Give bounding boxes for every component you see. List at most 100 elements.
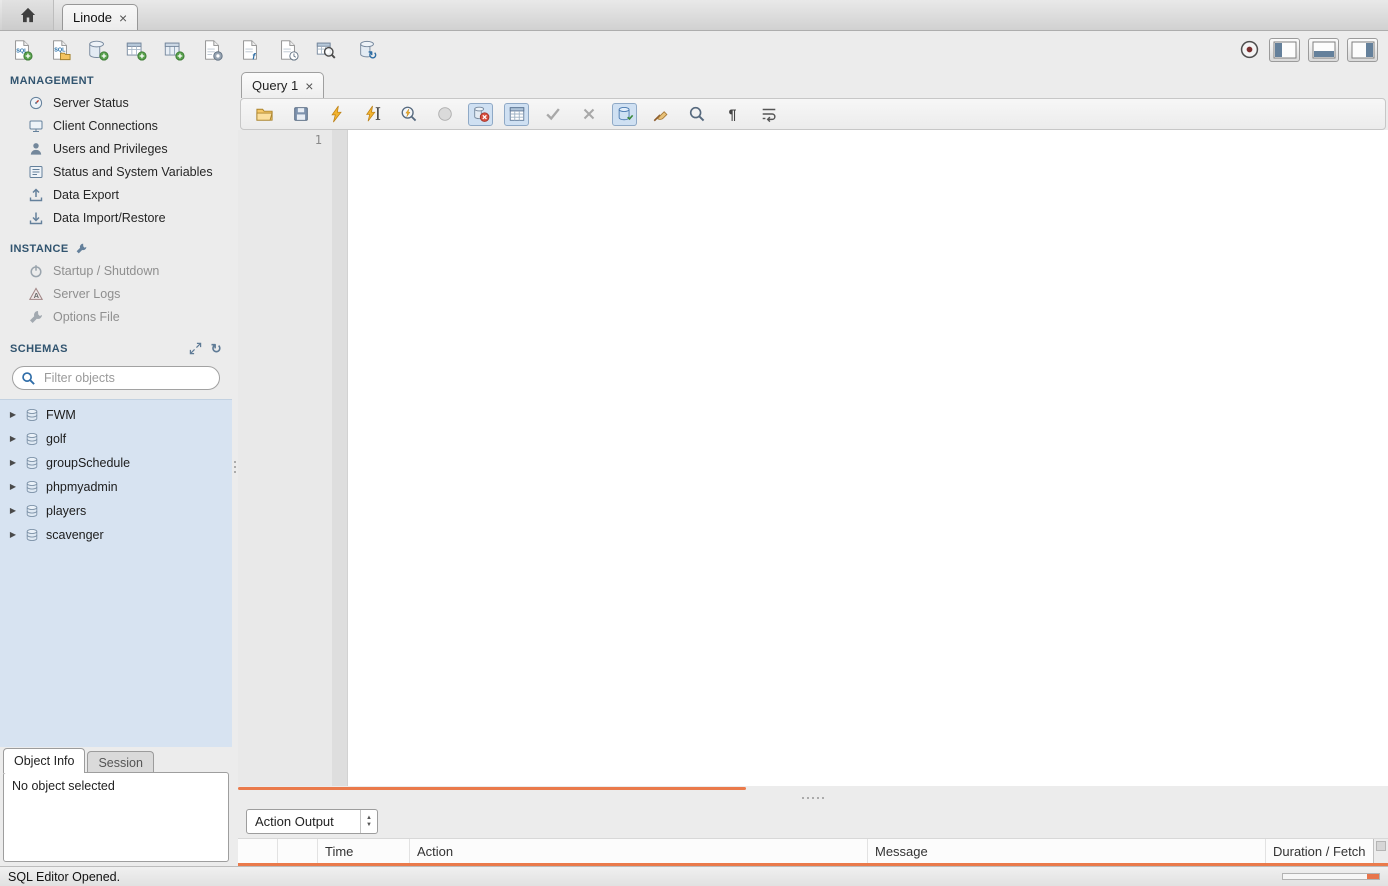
sidebar-item-data-import[interactable]: Data Import/Restore: [0, 206, 232, 229]
column-header-blank2[interactable]: [278, 839, 318, 863]
connection-tabbar: Linode ×: [0, 0, 1388, 31]
server-status-icon: [28, 95, 44, 111]
wrap-text-icon[interactable]: [756, 103, 781, 126]
expander-icon[interactable]: ▶: [8, 435, 18, 443]
create-schema-icon[interactable]: [86, 38, 110, 62]
schema-item-golf[interactable]: ▶ golf: [0, 427, 232, 451]
output-view-select[interactable]: Action Output ▲ ▼: [246, 809, 378, 834]
instance-title: INSTANCE: [10, 243, 69, 255]
toggle-left-sidebar-icon[interactable]: [1269, 38, 1300, 62]
svg-text:A: A: [34, 291, 40, 300]
sidebar-item-startup-shutdown[interactable]: Startup / Shutdown: [0, 259, 232, 282]
output-grid-header: Time Action Message Duration / Fetch: [238, 838, 1388, 863]
bottom-hscrollbar[interactable]: [1282, 873, 1380, 880]
query-tabbar: Query 1 ×: [238, 68, 1388, 98]
schema-icon: [25, 528, 39, 542]
sidebar-item-options-file[interactable]: Options File: [0, 305, 232, 328]
output-vscrollbar[interactable]: [1373, 839, 1388, 863]
sidebar-item-users-privileges[interactable]: Users and Privileges: [0, 137, 232, 160]
create-view-icon[interactable]: [162, 38, 186, 62]
toggle-autocommit-icon[interactable]: [612, 103, 637, 126]
refresh-schemas-icon[interactable]: ↻: [211, 342, 222, 355]
options-file-icon: [28, 309, 44, 325]
commit-icon[interactable]: [540, 103, 565, 126]
explain-icon[interactable]: [396, 103, 421, 126]
search-icon: [21, 371, 36, 386]
svg-text:SQL: SQL: [54, 47, 66, 53]
execute-current-statement-icon[interactable]: [360, 103, 385, 126]
rollback-icon[interactable]: [576, 103, 601, 126]
tab-object-info[interactable]: Object Info: [3, 748, 85, 773]
code-editor[interactable]: 1: [238, 130, 1388, 786]
code-area[interactable]: [348, 130, 1388, 786]
schema-item-players[interactable]: ▶ players: [0, 499, 232, 523]
reconnect-dbms-icon[interactable]: ↻: [356, 38, 380, 62]
expander-icon[interactable]: ▶: [8, 459, 18, 467]
expand-schemas-icon[interactable]: [189, 342, 202, 355]
create-event-icon[interactable]: [276, 38, 300, 62]
close-icon[interactable]: ×: [119, 11, 127, 25]
query-tab[interactable]: Query 1 ×: [241, 72, 324, 98]
hscroll-thumb[interactable]: [238, 787, 746, 790]
client-connections-icon: [28, 118, 44, 134]
output-toolbar: Action Output ▲ ▼: [238, 804, 1388, 838]
connection-tab-label: Linode: [73, 10, 112, 25]
output-header-underline: [238, 863, 1388, 866]
save-script-icon[interactable]: [288, 103, 313, 126]
expander-icon[interactable]: ▶: [8, 483, 18, 491]
create-function-icon[interactable]: f: [238, 38, 262, 62]
home-tab[interactable]: [2, 0, 54, 30]
sidebar-bottom-tabbar: Object Info Session: [0, 747, 232, 773]
open-sql-script-icon[interactable]: SQL: [48, 38, 72, 62]
sidebar-item-client-connections[interactable]: Client Connections: [0, 114, 232, 137]
schema-tree: ▶ FWM ▶ golf ▶ groupSchedule ▶ p: [0, 399, 232, 747]
line-number-gutter: 1: [238, 130, 332, 786]
sidebar-item-system-variables[interactable]: Status and System Variables: [0, 160, 232, 183]
create-procedure-icon[interactable]: [200, 38, 224, 62]
schema-item-groupschedule[interactable]: ▶ groupSchedule: [0, 451, 232, 475]
schema-item-fwm[interactable]: ▶ FWM: [0, 403, 232, 427]
schema-filter-box[interactable]: [12, 366, 220, 390]
sidebar-item-server-logs[interactable]: A Server Logs: [0, 282, 232, 305]
output-splitter[interactable]: [238, 792, 1388, 804]
stepper-icon[interactable]: ▲ ▼: [360, 810, 377, 833]
main-toolbar: SQL SQL f ↻: [0, 31, 1388, 68]
toggle-right-sidebar-icon[interactable]: [1347, 38, 1378, 62]
expander-icon[interactable]: ▶: [8, 531, 18, 539]
editor-toolbar: ¶: [240, 98, 1386, 130]
search-table-data-icon[interactable]: [314, 38, 338, 62]
find-icon[interactable]: [684, 103, 709, 126]
new-sql-tab-icon[interactable]: SQL: [10, 38, 34, 62]
bottom-hscroll-thumb[interactable]: [1367, 874, 1379, 879]
sidebar-item-data-export[interactable]: Data Export: [0, 183, 232, 206]
server-logs-icon: A: [28, 286, 44, 302]
close-icon[interactable]: ×: [305, 79, 313, 93]
stop-icon[interactable]: [432, 103, 457, 126]
column-header-action[interactable]: Action: [410, 839, 868, 863]
create-table-icon[interactable]: [124, 38, 148, 62]
schema-item-phpmyadmin[interactable]: ▶ phpmyadmin: [0, 475, 232, 499]
limit-rows-icon[interactable]: [504, 103, 529, 126]
home-icon: [18, 5, 38, 25]
column-header-time[interactable]: Time: [318, 839, 410, 863]
schema-item-scavenger[interactable]: ▶ scavenger: [0, 523, 232, 547]
open-script-icon[interactable]: [252, 103, 277, 126]
schema-filter-wrap: [0, 359, 232, 399]
beautify-icon[interactable]: [648, 103, 673, 126]
invisible-characters-icon[interactable]: ¶: [720, 103, 745, 126]
column-header-blank1[interactable]: [238, 839, 278, 863]
toggle-output-area-icon[interactable]: [1308, 38, 1339, 62]
startup-shutdown-icon: [28, 263, 44, 279]
connection-tab[interactable]: Linode ×: [62, 4, 138, 30]
column-header-message[interactable]: Message: [868, 839, 1266, 863]
notifications-icon[interactable]: [1237, 38, 1261, 62]
expander-icon[interactable]: ▶: [8, 411, 18, 419]
sidebar-item-server-status[interactable]: Server Status: [0, 91, 232, 114]
toggle-stop-on-error-icon[interactable]: [468, 103, 493, 126]
schema-filter-input[interactable]: [42, 370, 211, 386]
expander-icon[interactable]: ▶: [8, 507, 18, 515]
execute-icon[interactable]: [324, 103, 349, 126]
column-header-duration[interactable]: Duration / Fetch: [1266, 839, 1388, 863]
tab-session[interactable]: Session: [87, 751, 153, 773]
editor-hscrollbar[interactable]: [238, 786, 1388, 792]
